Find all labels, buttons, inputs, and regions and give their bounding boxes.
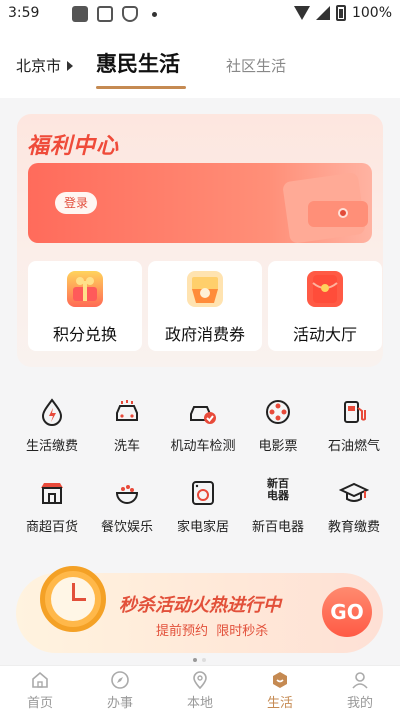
service-education-payment[interactable]: 教育缴费 bbox=[314, 478, 394, 535]
feature-government-coupon[interactable]: 政府消费券 bbox=[148, 261, 262, 351]
pager-dot-active bbox=[193, 658, 197, 662]
welfare-center-title: 福利中心 bbox=[27, 134, 120, 159]
service-label: 石油燃气 bbox=[327, 439, 380, 454]
service-life-payment[interactable]: 生活缴费 bbox=[12, 397, 92, 454]
service-label: 家电家居 bbox=[176, 520, 229, 535]
service-home-appliances[interactable]: 家电家居 bbox=[163, 478, 243, 535]
feature-label: 政府消费券 bbox=[164, 325, 245, 344]
signal-icon bbox=[315, 6, 330, 20]
top-tab-header: 北京市 惠民生活 社区生活 bbox=[0, 28, 400, 98]
tab-label: 首页 bbox=[26, 696, 53, 711]
film-reel-icon bbox=[263, 397, 293, 427]
life-icon bbox=[270, 670, 290, 690]
service-vehicle-inspection[interactable]: 机动车检测 bbox=[163, 397, 243, 454]
tab-mine[interactable]: 我的 bbox=[320, 670, 400, 711]
tab-huimin-life[interactable]: 惠民生活 bbox=[96, 48, 180, 78]
xinbai-logo-icon: 新百 电器 bbox=[263, 478, 293, 508]
service-label: 洗车 bbox=[113, 439, 140, 454]
status-bar: 3:59 100% bbox=[0, 0, 400, 28]
person-icon bbox=[350, 670, 370, 690]
active-tab-indicator bbox=[96, 86, 186, 89]
tab-community-life[interactable]: 社区生活 bbox=[226, 55, 286, 76]
notification-dot-icon bbox=[152, 12, 157, 17]
service-label: 餐饮娱乐 bbox=[100, 520, 153, 535]
service-label: 机动车检测 bbox=[170, 439, 236, 454]
service-label: 新百电器 bbox=[251, 520, 304, 535]
welfare-center-card: 福利中心 登录 积分兑换 政府消费券 活动大厅 bbox=[17, 114, 383, 367]
home-icon bbox=[30, 670, 50, 690]
feature-label: 积分兑换 bbox=[52, 325, 117, 344]
alarm-clock-icon bbox=[40, 566, 106, 632]
service-oil-gas[interactable]: 石油燃气 bbox=[314, 397, 394, 454]
feature-label: 活动大厅 bbox=[292, 325, 357, 344]
xinbai-logo-text: 新百 电器 bbox=[267, 477, 289, 502]
tab-home[interactable]: 首页 bbox=[0, 670, 80, 711]
city-label: 北京市 bbox=[16, 57, 62, 75]
bottom-tab-bar: 首页 办事 本地 生活 我的 bbox=[0, 665, 400, 711]
city-selector[interactable]: 北京市 bbox=[16, 55, 74, 76]
battery-level: 100% bbox=[351, 5, 392, 21]
compass-icon bbox=[110, 670, 130, 690]
washing-machine-icon bbox=[188, 478, 218, 508]
red-envelope-icon bbox=[307, 271, 343, 307]
tab-label: 生活 bbox=[266, 696, 293, 711]
gift-icon bbox=[67, 271, 103, 307]
graduation-cap-icon bbox=[338, 478, 370, 508]
caret-right-icon bbox=[67, 60, 74, 71]
car-check-icon bbox=[188, 397, 218, 427]
service-label: 教育缴费 bbox=[327, 520, 380, 535]
drop-bolt-icon bbox=[37, 397, 67, 427]
service-label: 商超百货 bbox=[25, 520, 78, 535]
fuel-pump-icon bbox=[339, 397, 369, 427]
service-grid-row-2: 商超百货 餐饮娱乐 家电家居 新百 电器 新百电器 教育缴费 bbox=[0, 478, 400, 548]
service-label: 生活缴费 bbox=[25, 439, 78, 454]
app-store-icon bbox=[97, 6, 113, 22]
service-dining-entertainment[interactable]: 餐饮娱乐 bbox=[87, 478, 167, 535]
tab-services[interactable]: 办事 bbox=[80, 670, 160, 711]
service-xinbai-electronics[interactable]: 新百 电器 新百电器 bbox=[238, 478, 318, 536]
food-bowl-icon bbox=[112, 478, 142, 508]
wallet-clasp-icon bbox=[338, 208, 348, 218]
login-banner[interactable]: 登录 bbox=[28, 163, 372, 243]
service-label: 电影票 bbox=[258, 439, 298, 454]
shield-icon bbox=[122, 6, 138, 22]
feature-points-exchange[interactable]: 积分兑换 bbox=[28, 261, 142, 351]
service-car-wash[interactable]: 洗车 bbox=[87, 397, 167, 454]
service-supermarket[interactable]: 商超百货 bbox=[12, 478, 92, 535]
tab-life[interactable]: 生活 bbox=[240, 670, 320, 711]
go-button[interactable]: GO bbox=[322, 587, 372, 637]
battery-icon bbox=[335, 5, 346, 21]
pager-dot bbox=[202, 658, 206, 662]
notification-app-icon bbox=[72, 6, 88, 22]
feature-activity-hall[interactable]: 活动大厅 bbox=[268, 261, 382, 351]
service-grid-row-1: 生活缴费 洗车 机动车检测 电影票 石油燃气 bbox=[0, 397, 400, 467]
tab-label: 我的 bbox=[346, 696, 373, 711]
service-movie-tickets[interactable]: 电影票 bbox=[238, 397, 318, 454]
store-icon bbox=[37, 478, 67, 508]
flash-sale-title: 秒杀活动火热进行中 bbox=[119, 595, 281, 616]
location-pin-icon bbox=[190, 670, 210, 690]
status-time: 3:59 bbox=[8, 5, 40, 21]
tab-label: 办事 bbox=[106, 696, 133, 711]
car-wash-icon bbox=[112, 397, 142, 427]
wifi-icon bbox=[293, 6, 310, 20]
login-button[interactable]: 登录 bbox=[55, 192, 97, 214]
tab-local[interactable]: 本地 bbox=[160, 670, 240, 711]
tab-label: 本地 bbox=[186, 696, 213, 711]
coupon-icon bbox=[187, 271, 223, 307]
flash-sale-subtitle: 提前预约 限时秒杀 bbox=[156, 624, 269, 639]
